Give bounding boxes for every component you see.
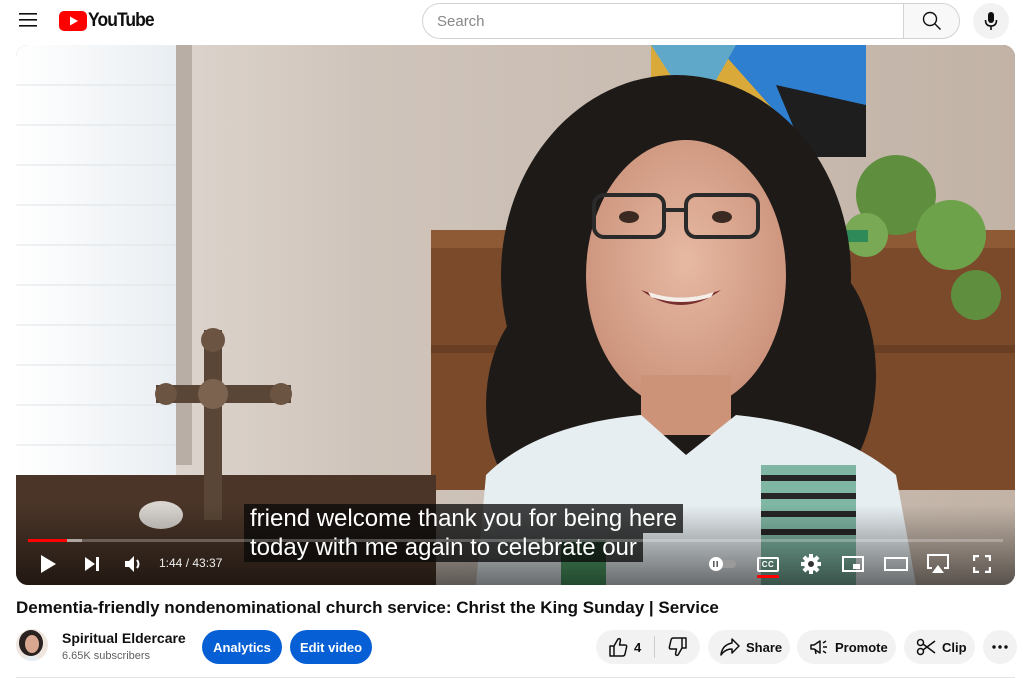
search-icon [922,11,941,30]
edit-video-button[interactable]: Edit video [290,630,372,664]
miniplayer-button[interactable] [839,550,867,578]
play-icon [41,555,56,573]
autoplay-toggle-icon [709,557,736,571]
autoplay-toggle[interactable] [706,550,740,578]
progress-bar[interactable] [28,539,1003,542]
more-actions-button[interactable] [983,630,1017,664]
miniplayer-icon [842,556,864,572]
volume-icon [125,556,140,572]
analytics-button[interactable]: Analytics [202,630,282,664]
caption-line-1: friend welcome thank you for being here [244,504,683,533]
more-icon [992,645,1008,649]
search-box [422,3,960,39]
mute-button[interactable] [120,550,148,578]
video-title: Dementia-friendly nondenominational chur… [16,598,719,617]
channel-name[interactable]: Spiritual Eldercare [62,630,186,646]
share-label: Share [746,639,783,655]
share-icon [720,638,740,656]
like-button[interactable]: 4 [596,630,654,664]
thumbs-down-icon [668,637,687,657]
next-button[interactable] [78,550,106,578]
promote-icon [810,640,827,655]
masthead: YouTube [0,0,1023,42]
scissors-icon [916,638,936,656]
captions-window: friend welcome thank you for being here … [244,504,683,562]
dislike-button[interactable] [655,630,700,664]
youtube-logo[interactable]: YouTube [59,9,159,33]
mic-icon [984,12,998,30]
settings-button[interactable] [797,550,825,578]
fullscreen-button[interactable] [968,550,996,578]
cc-active-indicator [757,575,779,578]
share-button[interactable]: Share [708,630,790,664]
analytics-label: Analytics [213,639,271,655]
next-icon [85,557,99,571]
clip-label: Clip [942,639,967,655]
clip-button[interactable]: Clip [904,630,975,664]
thumbs-up-icon [609,637,628,657]
promote-button[interactable]: Promote [797,630,896,664]
youtube-logo-text: YouTube [88,10,155,31]
progress-played [28,539,67,542]
guide-menu-button[interactable] [13,5,43,35]
voice-search-button[interactable] [973,3,1009,39]
caption-line-2: today with me again to celebrate our [244,533,643,562]
settings-gear-icon [801,554,821,574]
video-player[interactable]: friend welcome thank you for being here … [16,45,1015,585]
fullscreen-icon [973,555,991,573]
subscriber-count: 6.65K subscribers [62,650,151,662]
like-count: 4 [634,639,642,655]
search-button[interactable] [903,3,960,39]
like-dislike-group: 4 [596,630,700,664]
theater-mode-button[interactable] [882,550,910,578]
subtitles-button[interactable]: CC [755,550,781,578]
search-input[interactable] [422,3,903,39]
airplay-button[interactable] [924,550,952,578]
airplay-icon [927,554,949,573]
avatar-image [16,629,48,661]
edit-video-label: Edit video [299,639,363,655]
play-button[interactable] [34,550,62,578]
menu-icon [19,13,37,27]
promote-label: Promote [835,639,888,655]
theater-mode-icon [884,557,908,571]
time-display: 1:44 / 43:37 [159,556,223,570]
channel-avatar[interactable] [16,629,48,661]
youtube-play-icon [59,11,87,31]
cc-icon: CC [757,556,779,572]
